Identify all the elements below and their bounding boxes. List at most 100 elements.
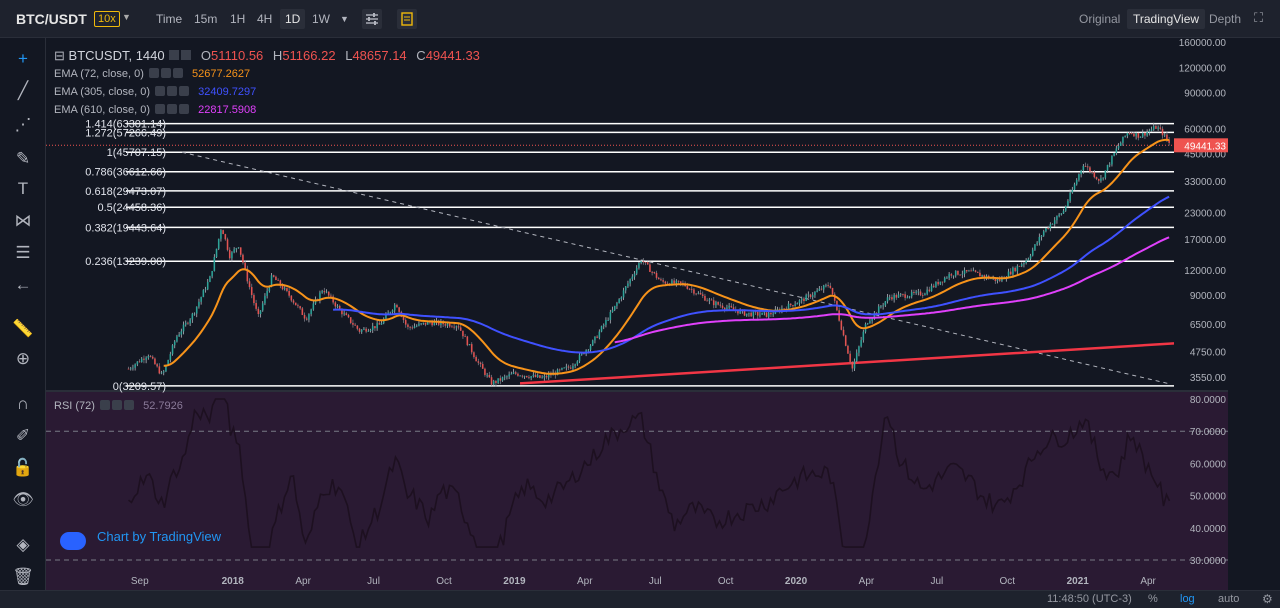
candle-body <box>1148 130 1151 133</box>
fullscreen-icon[interactable]: ⛶ <box>1254 10 1263 26</box>
symbol-pair[interactable]: BTC/USDT <box>16 11 87 27</box>
trendline-icon[interactable]: ╱ <box>12 80 34 102</box>
candle-body <box>312 303 315 310</box>
eye-icon[interactable] <box>181 50 192 60</box>
candle-body <box>976 271 979 273</box>
candle-body <box>411 327 414 329</box>
log-toggle[interactable]: log <box>1180 593 1195 605</box>
candle-body <box>1159 127 1162 129</box>
candle-body <box>730 305 733 308</box>
back-arrow-icon[interactable]: ← <box>12 274 34 296</box>
prediction-icon[interactable]: ☰ <box>12 242 34 264</box>
view-depth[interactable]: Depth <box>1209 12 1241 26</box>
rsi-legend[interactable]: RSI (72) 52.7926 <box>54 400 183 412</box>
indicators-list-icon[interactable] <box>397 9 417 29</box>
chevron-down-icon[interactable]: ▼ <box>340 14 349 24</box>
candle-body <box>162 371 165 373</box>
candle <box>468 344 471 346</box>
candle-body <box>1023 263 1025 265</box>
settings-icon[interactable] <box>169 50 180 60</box>
brush-icon[interactable]: ✎ <box>12 148 34 170</box>
ruler-icon[interactable]: 📏 <box>12 318 34 340</box>
time-axis-label: Oct <box>436 576 452 587</box>
indicator-settings-icon[interactable] <box>362 9 382 29</box>
candle-body <box>195 306 198 314</box>
auto-toggle[interactable]: auto <box>1218 593 1239 605</box>
crosshair-icon[interactable]: + <box>12 48 34 70</box>
timeframe-1w[interactable]: 1W <box>312 12 330 26</box>
candle <box>600 325 603 333</box>
timeframe-15m[interactable]: 15m <box>194 12 217 26</box>
timeframe-1h[interactable]: 1H <box>230 12 245 26</box>
leverage-badge[interactable]: 10x <box>94 11 120 27</box>
candle-body <box>783 308 785 310</box>
eye-icon[interactable] <box>167 104 178 114</box>
candle-body <box>1042 231 1045 236</box>
pattern-icon[interactable]: ⋈ <box>12 210 34 232</box>
fib-tools-icon[interactable]: ⋰ <box>12 114 34 136</box>
ema610-legend[interactable]: EMA (610, close, 0) 22817.5908 <box>54 104 256 116</box>
candle-body <box>334 302 337 307</box>
percent-toggle[interactable]: % <box>1148 593 1158 605</box>
candle-body <box>541 377 543 379</box>
close-icon[interactable] <box>124 400 135 410</box>
eye-icon[interactable] <box>160 68 171 78</box>
candle-body <box>1056 216 1058 221</box>
stay-drawing-icon[interactable]: ✐ <box>12 425 34 447</box>
candle-body <box>367 330 370 332</box>
candle-body <box>321 291 323 293</box>
price-chart[interactable]: 1.414(63301.14)1.272(57266.49)1(45707.15… <box>46 38 1228 590</box>
candle-body <box>1040 235 1043 237</box>
candle-body <box>204 289 207 291</box>
candle-body <box>959 274 961 276</box>
candle-body <box>723 307 726 310</box>
candle-body <box>492 381 495 385</box>
eye-icon[interactable]: 👁 <box>12 489 34 511</box>
candle-body <box>259 310 262 315</box>
watermark-link[interactable]: Chart by TradingView <box>97 529 221 544</box>
close-icon[interactable] <box>179 86 190 96</box>
candle-body <box>642 261 645 263</box>
close-icon[interactable] <box>179 104 190 114</box>
candle-body <box>646 262 649 265</box>
open-value: 51110.56 <box>211 48 264 63</box>
eye-icon[interactable] <box>112 400 123 410</box>
trash-icon[interactable]: 🗑 <box>12 566 34 588</box>
candle-body <box>1045 228 1047 232</box>
timeframe-time[interactable]: Time <box>156 12 182 26</box>
text-icon[interactable]: T <box>12 178 34 200</box>
lock-icon[interactable]: 🔓 <box>12 457 34 479</box>
gear-icon[interactable]: ⚙ <box>1262 592 1273 606</box>
magnet-icon[interactable]: ∩ <box>12 393 34 415</box>
view-tradingview[interactable]: TradingView <box>1127 9 1206 29</box>
eye-icon[interactable] <box>167 86 178 96</box>
settings-icon[interactable] <box>100 400 111 410</box>
zoom-in-icon[interactable]: ⊕ <box>12 348 34 370</box>
ema305-legend[interactable]: EMA (305, close, 0) 32409.7297 <box>54 86 256 98</box>
candle-body <box>470 344 473 353</box>
candle-body <box>1060 213 1063 215</box>
price-axis-label: 33000.00 <box>1184 177 1226 188</box>
settings-icon[interactable] <box>148 68 159 78</box>
settings-icon[interactable] <box>155 86 166 96</box>
view-original[interactable]: Original <box>1079 12 1120 26</box>
legend-collapse-icon[interactable]: ⊟ <box>54 48 65 63</box>
close-icon[interactable] <box>172 68 183 78</box>
candle-body <box>706 300 708 302</box>
candle-body <box>422 322 425 324</box>
timeframe-1d[interactable]: 1D <box>280 9 306 29</box>
drawing-toolbar: + ╱ ⋰ ✎ T ⋈ ☰ ← 📏 ⊕ ∩ ✐ 🔓 👁 ◈ 🗑 <box>0 38 46 590</box>
candle-body <box>264 295 266 304</box>
ema72-legend[interactable]: EMA (72, close, 0) 52677.2627 <box>54 68 250 80</box>
timeframe-4h[interactable]: 4H <box>257 12 272 26</box>
layers-icon[interactable]: ◈ <box>12 534 34 556</box>
chevron-down-icon[interactable]: ▼ <box>122 12 131 22</box>
candle-body <box>893 294 895 300</box>
candle-body <box>457 326 460 328</box>
candle-body <box>772 313 774 315</box>
settings-icon[interactable] <box>155 104 166 114</box>
candle-body <box>567 366 570 368</box>
candle-body <box>851 361 854 369</box>
candle-body <box>396 304 398 308</box>
candle-body <box>849 353 851 362</box>
